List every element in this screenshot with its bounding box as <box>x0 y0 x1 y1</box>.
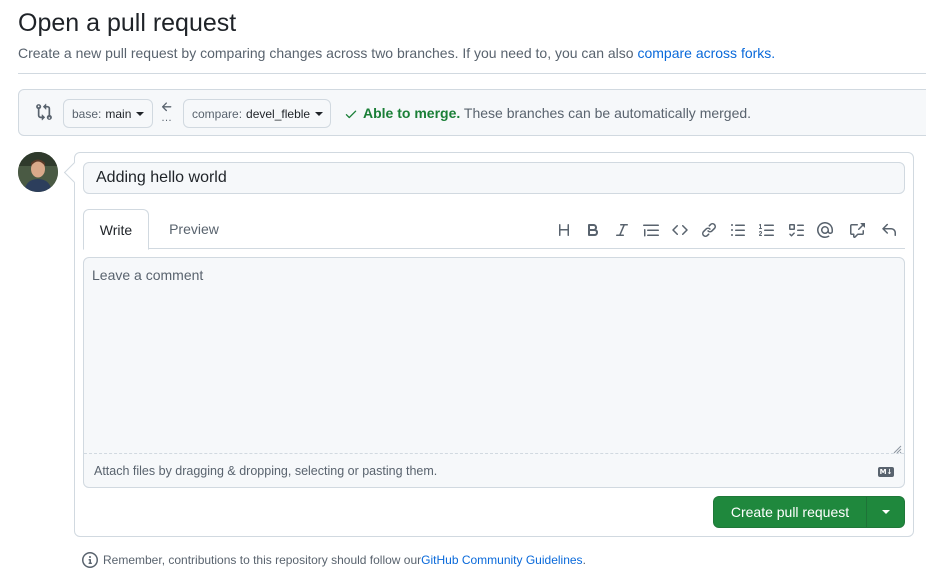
compare-prefix: compare: <box>192 106 243 121</box>
quote-icon[interactable] <box>642 221 660 239</box>
page-title: Open a pull request <box>18 9 237 37</box>
attach-files-hint[interactable]: Attach files by dragging & dropping, sel… <box>94 464 437 478</box>
merge-status-detail: These branches can be automatically merg… <box>463 105 752 121</box>
markdown-icon[interactable]: M↓ <box>878 467 894 477</box>
code-icon[interactable] <box>671 221 689 239</box>
create-pull-request-group: Create pull request <box>713 496 905 528</box>
create-pull-request-button[interactable]: Create pull request <box>714 497 866 527</box>
check-icon <box>345 110 357 119</box>
heading-icon[interactable] <box>555 221 573 239</box>
comment-editor: Attach files by dragging & dropping, sel… <box>83 257 905 488</box>
unordered-list-icon[interactable] <box>729 221 747 239</box>
comment-textarea[interactable] <box>84 258 904 454</box>
task-list-icon[interactable] <box>787 221 805 239</box>
chevron-down-icon <box>315 111 324 116</box>
page-subtitle: Create a new pull request by comparing c… <box>18 45 775 61</box>
merge-status-label: Able to merge. <box>363 105 461 121</box>
compare-branch-select[interactable]: compare: devel_fleble <box>183 99 331 128</box>
subtitle-text: Create a new pull request by comparing c… <box>18 45 638 61</box>
pull-request-form: Write Preview <box>74 152 914 537</box>
header-divider <box>18 73 926 74</box>
pr-title-input[interactable] <box>83 162 905 194</box>
contribution-note: Remember, contributions to this reposito… <box>82 552 586 568</box>
link-icon[interactable] <box>700 221 718 239</box>
compare-across-forks-link[interactable]: compare across forks. <box>637 45 775 61</box>
editor-tabs: Write Preview <box>83 209 905 250</box>
tab-write[interactable]: Write <box>83 209 149 250</box>
create-options-dropdown[interactable] <box>866 497 904 527</box>
mention-icon[interactable] <box>816 221 834 239</box>
community-guidelines-link[interactable]: GitHub Community Guidelines <box>421 553 582 567</box>
tab-preview[interactable]: Preview <box>159 209 229 249</box>
reply-icon[interactable] <box>880 221 898 239</box>
user-avatar-icon <box>18 152 58 192</box>
compare-branch-name: devel_fleble <box>246 106 311 121</box>
ellipsis-icon: … <box>161 112 172 124</box>
base-branch-name: main <box>105 106 132 121</box>
cross-reference-icon[interactable] <box>848 221 866 239</box>
chevron-down-icon <box>881 510 890 514</box>
avatar[interactable] <box>18 152 58 192</box>
bold-icon[interactable] <box>584 221 602 239</box>
base-prefix: base: <box>72 106 102 121</box>
ordered-list-icon[interactable] <box>758 221 776 239</box>
base-branch-select[interactable]: base: main <box>63 99 153 128</box>
note-end: . <box>582 553 586 567</box>
branch-range-bar: base: main … compare: devel_fleble Able … <box>18 89 926 136</box>
chevron-down-icon <box>136 111 145 116</box>
git-compare-icon <box>36 103 52 121</box>
italic-icon[interactable] <box>613 221 631 239</box>
info-icon <box>82 552 98 568</box>
note-text: Remember, contributions to this reposito… <box>103 553 422 567</box>
merge-status: Able to merge. These branches can be aut… <box>363 105 751 121</box>
resize-grip-icon[interactable] <box>892 444 902 454</box>
